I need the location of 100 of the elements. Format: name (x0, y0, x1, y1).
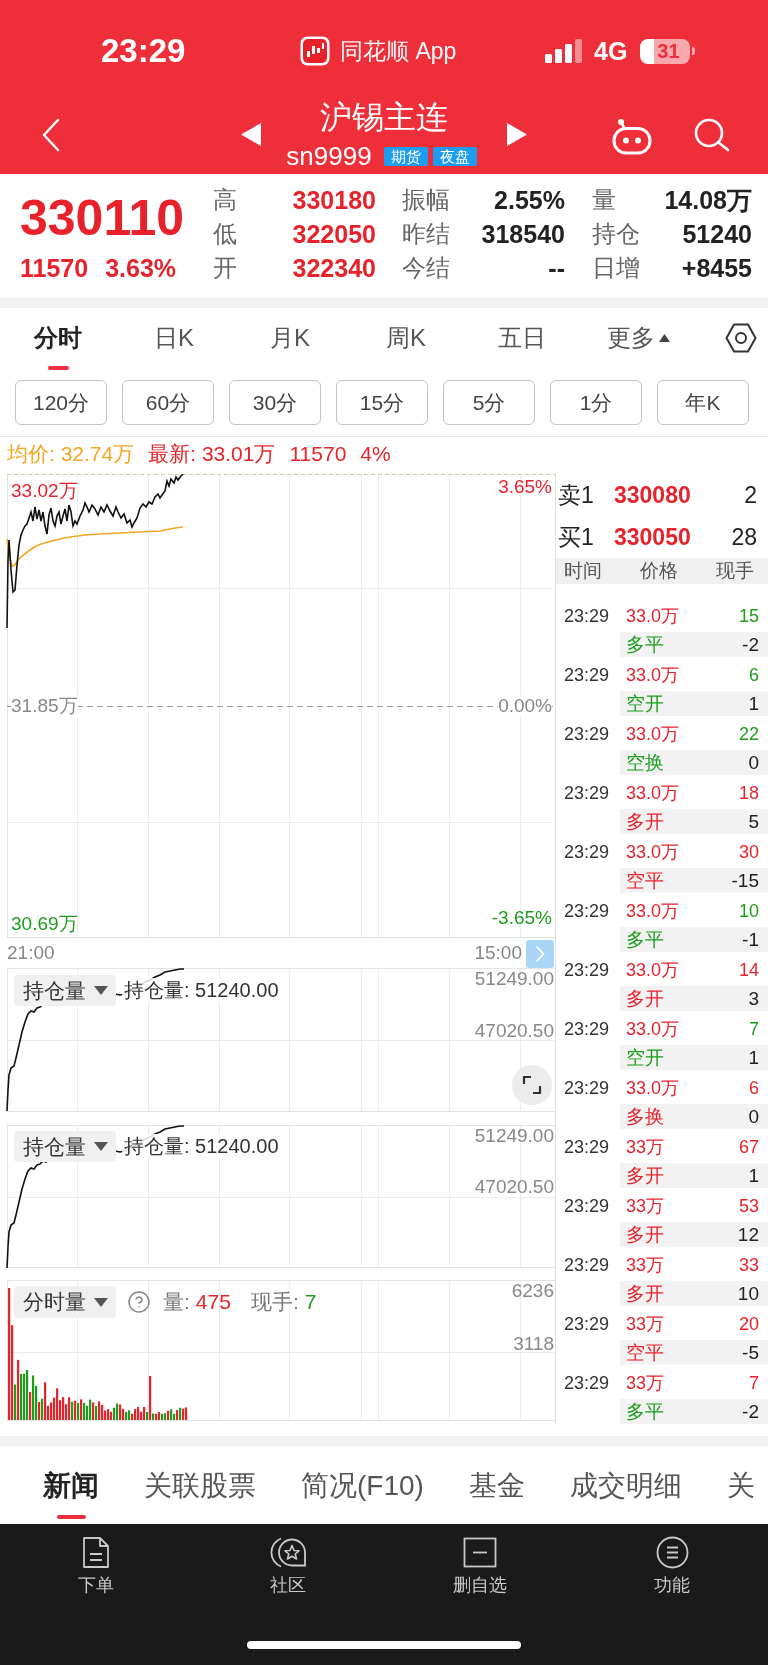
help-icon[interactable] (127, 1290, 151, 1314)
trade-change: -2 (742, 632, 759, 657)
stat-value: 14.08万 (663, 185, 752, 216)
trade-action: 空平 (626, 1340, 664, 1365)
document-icon (82, 1536, 110, 1569)
trade-hand: 30 (738, 841, 759, 863)
contract-title: 沪锡主连 (320, 99, 448, 135)
trade-change: 0 (748, 750, 759, 775)
trade-change: 10 (737, 1281, 759, 1306)
stat-label: 振幅 (402, 185, 451, 215)
trade-hand: 7 (749, 1372, 759, 1394)
trade-time: 23:29 (564, 1018, 611, 1040)
value-axis-label: 3118 (513, 1333, 554, 1355)
trade-price: 33万 (626, 1195, 665, 1217)
nav-item[interactable]: 功能 (654, 1536, 690, 1596)
trade-action: 空开 (626, 1045, 664, 1070)
chart-tab[interactable]: 日K (154, 321, 194, 370)
nav-item[interactable]: 社区 (269, 1536, 307, 1596)
indicator-dropdown[interactable]: 持仓量 (14, 1131, 116, 1162)
trade-hand: 6 (749, 664, 759, 686)
trade-action: 空换 (626, 750, 664, 775)
content-tab[interactable]: 关联股票 (144, 1446, 256, 1519)
value-axis-label: 47020.50 (474, 1020, 554, 1042)
trade-price: 33万 (626, 1313, 665, 1335)
back-icon[interactable] (42, 118, 60, 152)
indicator-dropdown[interactable]: 分时量 (14, 1286, 116, 1318)
trade-price: 33万 (626, 1254, 665, 1276)
caret-up-icon (658, 334, 670, 342)
trade-time: 23:29 (564, 900, 611, 922)
indicator-dropdown[interactable]: 持仓量 (14, 975, 116, 1006)
chart-tab[interactable]: 五日 (498, 321, 546, 370)
price-axis-label: 30.69万 (11, 913, 78, 935)
nav-item[interactable]: 下单 (78, 1536, 114, 1596)
contract-code: sn9999 (286, 145, 372, 167)
nav-item[interactable]: 删自选 (453, 1536, 507, 1596)
period-button[interactable]: 5分 (443, 380, 535, 425)
trade-hand: 20 (738, 1313, 759, 1335)
trade-action: 多平 (626, 1399, 664, 1424)
change-value: 11570 (289, 440, 347, 467)
trade-time: 23:29 (564, 664, 611, 686)
settings-icon[interactable] (725, 323, 757, 353)
trade-action: 多开 (626, 986, 664, 1011)
app-logo-icon (300, 36, 330, 66)
search-icon[interactable] (694, 118, 730, 152)
trade-hand: 67 (738, 1136, 759, 1158)
trade-time: 23:29 (564, 1254, 611, 1276)
stat-value: -- (547, 253, 565, 284)
percent-axis-label: -3.65% (491, 907, 552, 929)
trade-action: 多开 (626, 1163, 664, 1188)
trade-price: 33.0万 (626, 959, 680, 981)
trade-change: 12 (737, 1222, 759, 1247)
period-button[interactable]: 年K (657, 380, 749, 425)
content-tab[interactable]: 关 (726, 1446, 756, 1519)
price-change-percent: 3.63% (105, 254, 177, 282)
trade-hand: 15 (738, 605, 759, 627)
trade-change: 1 (748, 1163, 759, 1188)
column-header: 时间 (564, 559, 602, 583)
robot-icon[interactable] (612, 118, 652, 155)
chart-tab[interactable]: 周K (386, 321, 426, 370)
trade-hand: 10 (738, 900, 759, 922)
column-header: 现手 (716, 559, 754, 583)
triangle-left-icon[interactable] (241, 123, 261, 146)
fullscreen-button[interactable] (512, 1065, 552, 1105)
trade-hand: 33 (738, 1254, 759, 1276)
period-button[interactable]: 60分 (122, 380, 214, 425)
trade-price: 33.0万 (626, 841, 680, 863)
chart-tab[interactable]: 月K (270, 321, 310, 370)
value-axis-label: 47020.50 (474, 1176, 554, 1198)
chart-tab[interactable]: 更多 (606, 321, 670, 370)
network-type: 4G (594, 36, 628, 66)
content-tab[interactable]: 基金 (468, 1446, 525, 1519)
content-tab[interactable]: 成交明细 (569, 1446, 682, 1519)
trade-hand: 14 (738, 959, 759, 981)
back-to-app-link[interactable]: 同花顺 App (300, 36, 457, 66)
trade-price: 33万 (626, 1372, 665, 1394)
expand-panel-handle[interactable] (526, 940, 554, 968)
chevron-right-icon (535, 945, 545, 963)
percent-axis-label: 3.65% (498, 476, 552, 498)
percent-axis-label: 0.00% (498, 695, 552, 717)
trade-action: 多开 (626, 1222, 664, 1247)
trade-time: 23:29 (564, 959, 611, 981)
triangle-right-icon[interactable] (507, 123, 527, 146)
period-button[interactable]: 120分 (15, 380, 107, 425)
trade-hand: 18 (738, 782, 759, 804)
period-button[interactable]: 15分 (336, 380, 428, 425)
indicator-reading: 持仓量: 51240.00 (122, 978, 281, 1002)
period-button[interactable]: 1分 (550, 380, 642, 425)
content-tab[interactable]: 简况(F10) (301, 1446, 424, 1519)
period-button[interactable]: 30分 (229, 380, 321, 425)
market-badge: 夜盘 (432, 146, 477, 166)
latest-price-text: 最新: 33.01万 (148, 440, 276, 467)
trade-price: 33万 (626, 1136, 665, 1158)
trade-change: 0 (748, 1104, 759, 1129)
stat-value: 322050 (291, 219, 376, 250)
trade-hand: 7 (749, 1018, 759, 1040)
chart-tab[interactable]: 分时 (34, 321, 82, 370)
trade-change: -15 (731, 868, 759, 893)
stat-value: 322340 (291, 253, 376, 284)
order-level-label: 买1 (558, 523, 595, 551)
content-tab[interactable]: 新闻 (43, 1446, 99, 1519)
